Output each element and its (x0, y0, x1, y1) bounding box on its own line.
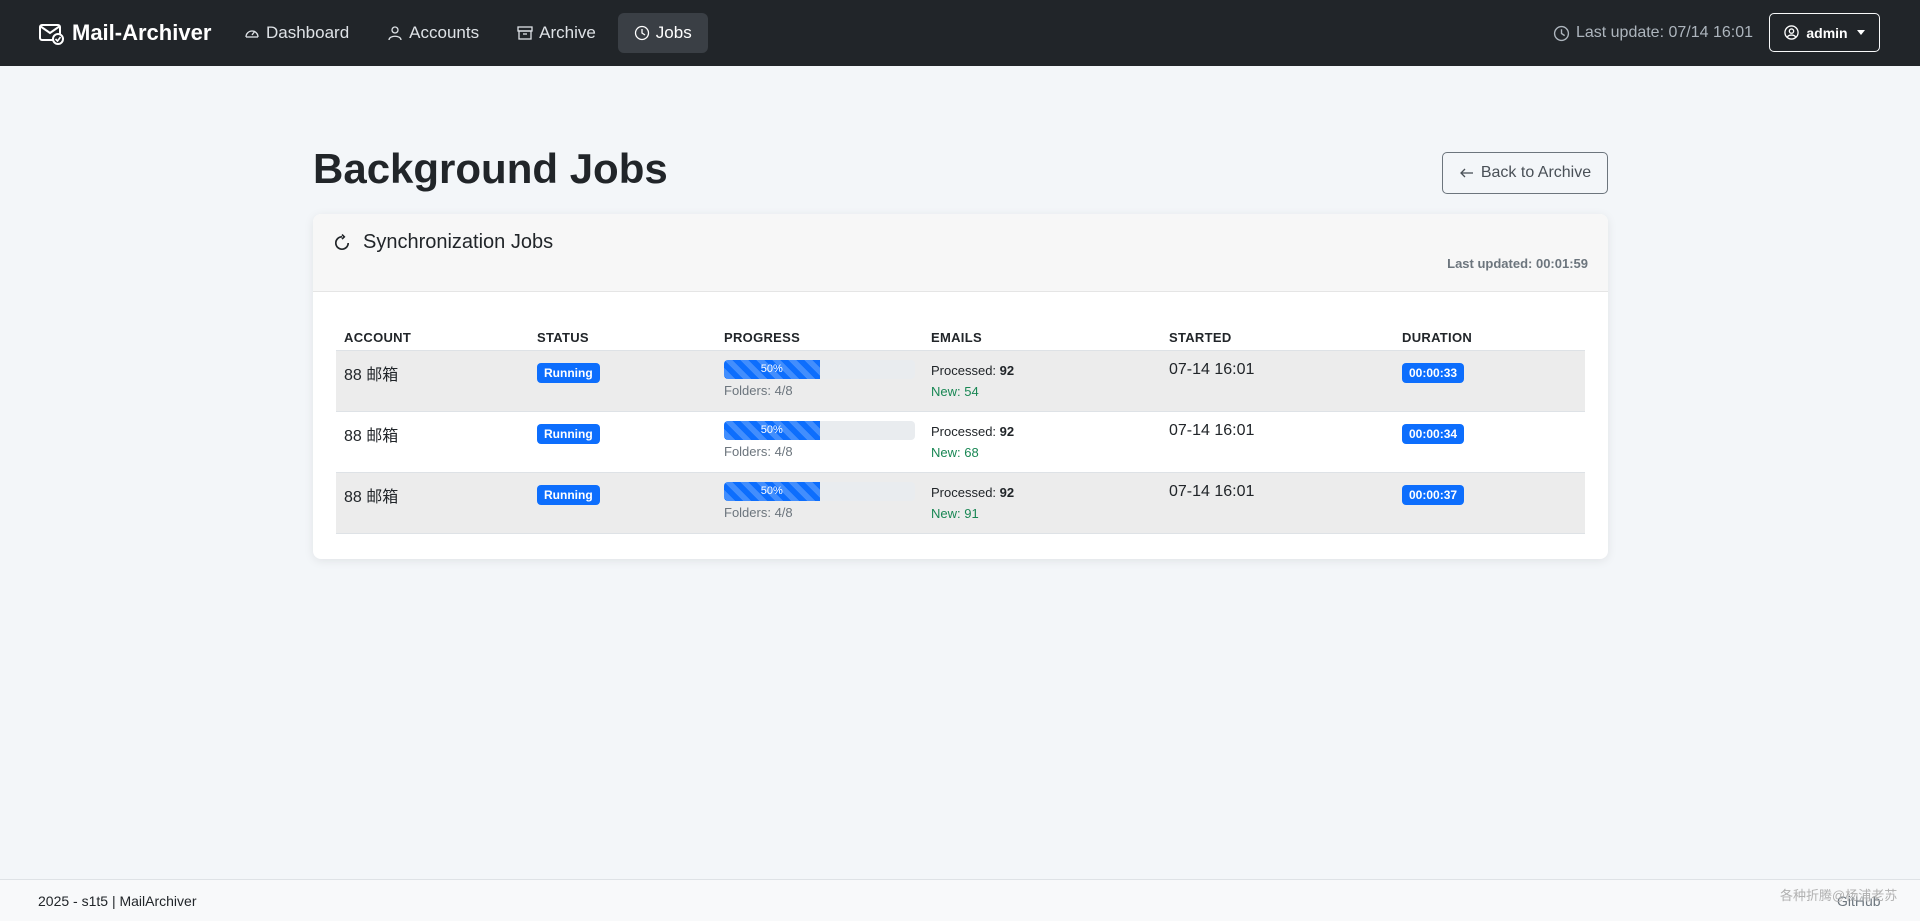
mail-archive-icon (39, 24, 64, 45)
started-cell: 07-14 16:01 (1169, 361, 1255, 378)
sync-jobs-card: Synchronization Jobs Last updated: 00:01… (313, 214, 1608, 559)
processed-label: Processed: (931, 485, 997, 500)
clock-icon (634, 25, 649, 41)
duration-cell: 00:00:33 (1394, 360, 1585, 383)
started-cell: 07-14 16:01 (1169, 422, 1255, 439)
progress-bar: 50% (724, 360, 915, 379)
new-count: New: 68 (931, 445, 979, 460)
progress-cell: 50% Folders: 4/8 (716, 482, 923, 520)
processed-count: 92 (999, 424, 1015, 439)
emails-cell: Processed: 92 New: 54 (923, 360, 1161, 402)
progress-cell: 50% Folders: 4/8 (716, 421, 923, 459)
account-cell: 88 邮箱 (344, 428, 399, 445)
speedometer-icon (245, 30, 259, 38)
brand-label: Mail-Archiver (72, 20, 212, 45)
new-count: New: 91 (931, 506, 979, 521)
page-title: Background Jobs (313, 145, 668, 192)
progress-fill: 50% (724, 482, 820, 501)
status-cell: Running (529, 482, 716, 505)
nav-links: Dashboard Accounts Archive Jobs (228, 13, 708, 53)
folders-count: Folders: 4/8 (724, 505, 793, 520)
duration-badge: 00:00:37 (1402, 485, 1465, 505)
nav-accounts-label: Accounts (409, 23, 480, 42)
jobs-table: ACCOUNT STATUS PROGRESS EMAILS STARTED D… (336, 324, 1585, 534)
started-cell: 07-14 16:01 (1169, 483, 1255, 500)
card-last-updated: Last updated: 00:01:59 (1447, 256, 1588, 271)
back-to-archive-label: Back to Archive (1480, 164, 1592, 181)
chevron-down-icon (1856, 30, 1865, 35)
processed-line: Processed: 92 (931, 482, 1161, 503)
column-header-started: STARTED (1169, 329, 1232, 345)
duration-cell: 00:00:37 (1394, 482, 1585, 505)
nav-dashboard-label: Dashboard (266, 23, 350, 42)
arrow-left-icon (1459, 168, 1473, 178)
status-badge: Running (537, 485, 600, 505)
nav-archive[interactable]: Archive (501, 13, 612, 53)
processed-count: 92 (999, 485, 1015, 500)
duration-cell: 00:00:34 (1394, 421, 1585, 444)
person-icon (388, 26, 402, 41)
emails-cell: Processed: 92 New: 68 (923, 421, 1161, 463)
user-name: admin (1806, 24, 1848, 41)
processed-count: 92 (999, 363, 1015, 378)
last-update-text: Last update: 07/14 16:01 (1575, 24, 1753, 41)
progress-cell: 50% Folders: 4/8 (716, 360, 923, 398)
footer-copyright: 2025 - s1t5 | MailArchiver (38, 893, 197, 909)
progress-fill: 50% (724, 360, 820, 379)
refresh-icon (334, 233, 350, 250)
nav-jobs[interactable]: Jobs (617, 13, 708, 53)
user-circle-icon (1784, 25, 1800, 40)
progress-bar: 50% (724, 421, 915, 440)
processed-label: Processed: (931, 424, 997, 439)
nav-jobs-label: Jobs (655, 23, 692, 42)
table-row: 88 邮箱 Running 50% Folders: 4/8 Processed… (336, 412, 1585, 473)
table-row: 88 邮箱 Running 50% Folders: 4/8 Processed… (336, 351, 1585, 412)
table-header: ACCOUNT STATUS PROGRESS EMAILS STARTED D… (336, 324, 1585, 351)
duration-badge: 00:00:33 (1402, 363, 1465, 383)
table-row: 88 邮箱 Running 50% Folders: 4/8 Processed… (336, 473, 1585, 534)
column-header-progress: PROGRESS (724, 329, 801, 345)
status-badge: Running (537, 363, 600, 383)
last-update: Last update: 07/14 16:01 (1553, 0, 1753, 66)
progress-fill: 50% (724, 421, 820, 440)
column-header-emails: EMAILS (931, 329, 982, 345)
folders-count: Folders: 4/8 (724, 383, 793, 398)
clock-icon (1553, 25, 1570, 41)
status-cell: Running (529, 360, 716, 383)
nav-archive-label: Archive (539, 23, 596, 42)
column-header-status: STATUS (537, 329, 589, 345)
footer: 2025 - s1t5 | MailArchiver GitHub (0, 879, 1920, 921)
processed-line: Processed: 92 (931, 360, 1161, 381)
watermark: 各种折腾@杨浦老苏 (1780, 888, 1898, 903)
brand[interactable]: Mail-Archiver (38, 0, 211, 66)
card-title-label: Synchronization Jobs (363, 231, 554, 253)
progress-bar: 50% (724, 482, 915, 501)
account-cell: 88 邮箱 (344, 489, 399, 506)
user-menu-button[interactable]: admin (1769, 13, 1880, 52)
new-count: New: 54 (931, 384, 979, 399)
card-title: Synchronization Jobs (333, 231, 553, 254)
column-header-duration: DURATION (1402, 329, 1473, 345)
nav-accounts[interactable]: Accounts (371, 13, 495, 53)
column-header-account: ACCOUNT (344, 329, 412, 345)
duration-badge: 00:00:34 (1402, 424, 1465, 444)
back-to-archive-button[interactable]: Back to Archive (1442, 152, 1608, 194)
top-navbar: Mail-Archiver Dashboard Accounts Archive… (0, 0, 1920, 66)
processed-label: Processed: (931, 363, 997, 378)
status-cell: Running (529, 421, 716, 444)
archive-icon (517, 26, 533, 40)
nav-dashboard[interactable]: Dashboard (228, 13, 365, 53)
card-header: Synchronization Jobs Last updated: 00:01… (313, 214, 1608, 292)
account-cell: 88 邮箱 (344, 367, 399, 384)
processed-line: Processed: 92 (931, 421, 1161, 442)
emails-cell: Processed: 92 New: 91 (923, 482, 1161, 524)
status-badge: Running (537, 424, 600, 444)
folders-count: Folders: 4/8 (724, 444, 793, 459)
